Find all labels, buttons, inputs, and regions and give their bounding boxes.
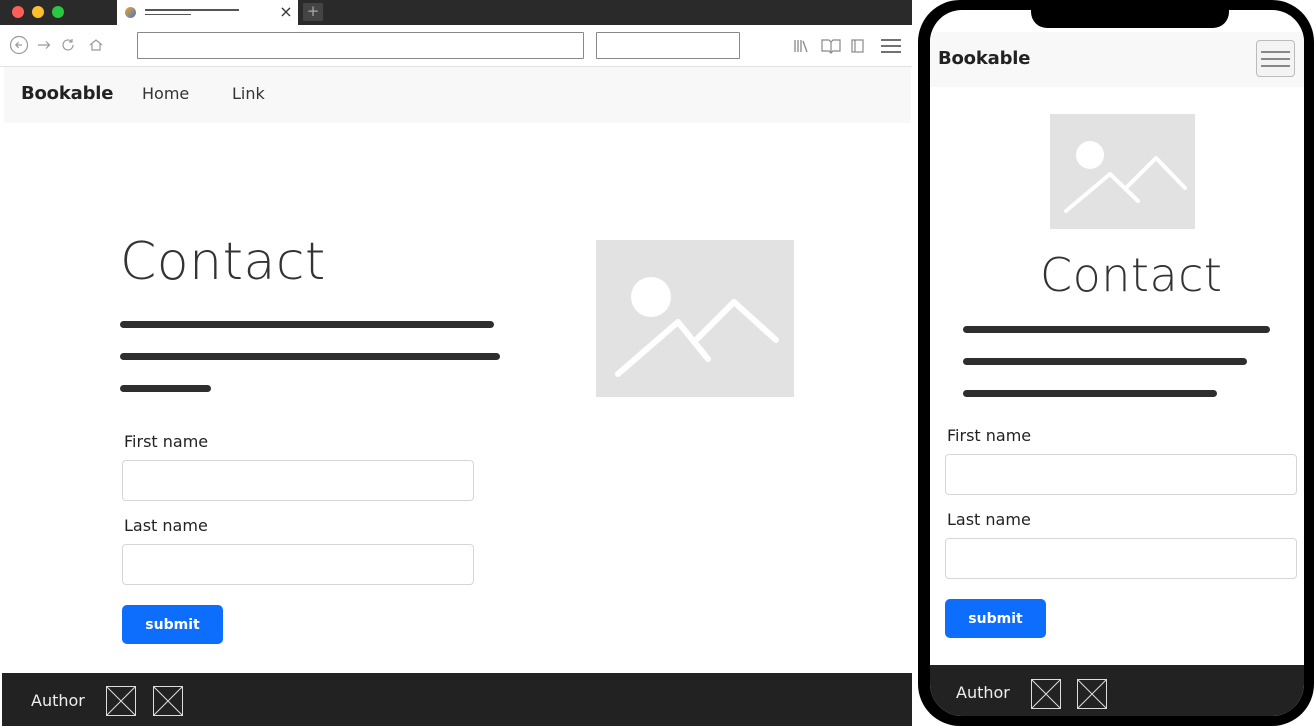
arrow-left-circle-icon[interactable] [9, 35, 29, 55]
last-name-label: Last name [124, 516, 208, 535]
reload-icon[interactable] [58, 35, 78, 55]
browser-tab-bar: × + [0, 0, 912, 25]
social-icon-placeholder[interactable] [106, 686, 136, 716]
browser-toolbar [0, 25, 912, 67]
first-name-label: First name [947, 426, 1032, 445]
social-icon-placeholder[interactable] [153, 686, 183, 716]
text-placeholder-line [120, 321, 494, 328]
window-maximize-dot[interactable] [52, 6, 64, 18]
phone-notch [1031, 10, 1229, 28]
text-placeholder-line [963, 358, 1247, 365]
window-close-dot[interactable] [12, 6, 24, 18]
text-placeholder-line [963, 390, 1217, 397]
sidebar-icon[interactable] [849, 37, 867, 55]
mobile-navbar: Bookable [930, 32, 1304, 87]
text-placeholder-line [963, 326, 1270, 333]
first-name-label: First name [124, 432, 209, 451]
page-title: Contact [120, 232, 326, 292]
hamburger-menu-icon[interactable] [880, 37, 902, 55]
plus-icon[interactable]: + [303, 3, 323, 21]
first-name-input[interactable] [945, 454, 1297, 495]
nav-link-link[interactable]: Link [232, 84, 265, 103]
mobile-screen: Bookable Contact First name Last name su… [930, 10, 1304, 716]
last-name-input[interactable] [945, 538, 1297, 579]
brand-logo[interactable]: Bookable [21, 83, 113, 104]
close-icon[interactable]: × [278, 3, 294, 21]
page-title: Contact [1040, 248, 1223, 302]
firefox-favicon-icon [125, 7, 136, 18]
image-placeholder-icon [596, 240, 794, 397]
social-icon-placeholder[interactable] [1031, 679, 1061, 709]
tab-title-placeholder-2 [145, 14, 191, 15]
text-placeholder-line [120, 385, 211, 392]
submit-button[interactable]: submit [945, 599, 1046, 638]
social-icon-placeholder[interactable] [1077, 679, 1107, 709]
library-icon[interactable] [793, 37, 811, 55]
site-footer: Author [930, 665, 1304, 716]
hamburger-menu-icon[interactable] [1256, 40, 1295, 77]
search-bar[interactable] [596, 32, 740, 59]
arrow-right-icon[interactable] [34, 35, 54, 55]
tab-title-placeholder [145, 9, 239, 11]
last-name-label: Last name [947, 510, 1031, 529]
last-name-input[interactable] [122, 544, 474, 585]
footer-author-label: Author [956, 683, 1010, 702]
submit-button[interactable]: submit [122, 605, 223, 644]
footer-author-label: Author [31, 691, 85, 710]
image-placeholder-icon [1050, 114, 1195, 229]
text-placeholder-line [120, 353, 500, 360]
nav-link-home[interactable]: Home [142, 84, 189, 103]
browser-tab-active[interactable]: × [117, 0, 298, 25]
site-navbar: Bookable Home Link [4, 67, 911, 123]
desktop-browser-window: × + Bookable Home Link Contact First nam… [0, 0, 912, 726]
brand-logo[interactable]: Bookable [938, 48, 1030, 69]
first-name-input[interactable] [122, 460, 474, 501]
site-footer: Author [2, 673, 912, 726]
home-icon[interactable] [86, 35, 106, 55]
mobile-phone-frame: Bookable Contact First name Last name su… [918, 0, 1314, 726]
url-bar[interactable] [137, 32, 584, 59]
book-icon[interactable] [821, 37, 841, 55]
window-minimize-dot[interactable] [32, 6, 44, 18]
